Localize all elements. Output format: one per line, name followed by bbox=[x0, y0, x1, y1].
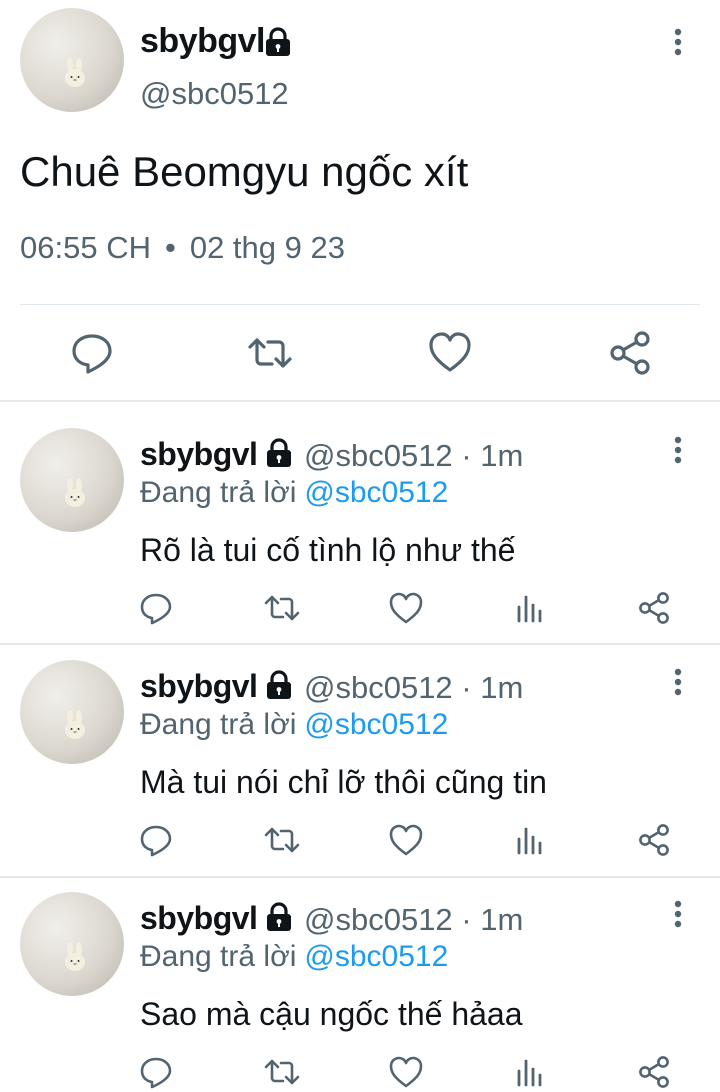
replying-to: Đang trả lời @sbc0512 bbox=[140, 940, 448, 974]
display-name[interactable]: sbybgvl bbox=[140, 900, 258, 937]
share-button[interactable] bbox=[606, 326, 654, 380]
bunny-plush-image bbox=[65, 710, 85, 739]
replying-to: Đang trả lời @sbc0512 bbox=[140, 476, 448, 510]
tweet-time: 06:55 CH bbox=[20, 230, 151, 265]
like-button[interactable] bbox=[386, 1052, 426, 1092]
like-button[interactable] bbox=[386, 820, 426, 860]
replying-label: Đang trả lời bbox=[140, 708, 297, 741]
bunny-plush-image bbox=[65, 478, 85, 507]
reply-tweet[interactable]: sbybgvl @sbc0512 · 1m Đang trả lời @sbc05… bbox=[0, 866, 720, 1092]
more-vertical-icon[interactable] bbox=[664, 900, 692, 930]
reply-button[interactable] bbox=[136, 820, 176, 860]
tweet-text: Mà tui nói chỉ lỡ thôi cũng tin bbox=[140, 764, 547, 800]
like-button[interactable] bbox=[426, 326, 474, 380]
analytics-button[interactable] bbox=[510, 820, 550, 860]
avatar[interactable] bbox=[20, 428, 124, 532]
share-icon bbox=[639, 1056, 669, 1088]
replying-label: Đang trả lời bbox=[140, 940, 297, 973]
retweet-button[interactable] bbox=[262, 588, 302, 628]
reply-tweet[interactable]: sbybgvl @sbc0512 · 1m Đang trả lời @sbc05… bbox=[0, 634, 720, 866]
heart-icon bbox=[389, 1056, 423, 1088]
mention-link[interactable]: @sbc0512 bbox=[304, 940, 448, 973]
avatar[interactable] bbox=[20, 660, 124, 764]
lock-icon bbox=[267, 438, 291, 467]
share-button[interactable] bbox=[634, 1052, 674, 1092]
heart-icon bbox=[389, 824, 423, 856]
tweet-timestamp: 06:55 CH • 02 thg 9 23 bbox=[20, 230, 345, 266]
reply-icon bbox=[140, 1057, 172, 1089]
retweet-icon bbox=[264, 595, 300, 621]
analytics-button[interactable] bbox=[510, 588, 550, 628]
lock-icon bbox=[267, 670, 291, 699]
bunny-plush-image bbox=[65, 942, 85, 971]
reply-button[interactable] bbox=[136, 1052, 176, 1092]
lock-icon bbox=[267, 902, 291, 931]
analytics-icon bbox=[517, 1059, 542, 1087]
bunny-plush-image bbox=[65, 58, 85, 87]
handle-time[interactable]: @sbc0512 · 1m bbox=[304, 902, 523, 938]
handle-time[interactable]: @sbc0512 · 1m bbox=[304, 670, 523, 706]
tweet-actions bbox=[0, 1052, 720, 1092]
avatar[interactable] bbox=[20, 8, 124, 112]
tweet-text: Sao mà cậu ngốc thế hảaa bbox=[140, 996, 523, 1032]
like-button[interactable] bbox=[386, 588, 426, 628]
tweet-actions bbox=[0, 820, 720, 864]
share-icon bbox=[639, 592, 669, 624]
share-button[interactable] bbox=[634, 588, 674, 628]
display-name[interactable]: sbybgvl bbox=[140, 436, 258, 473]
retweet-icon bbox=[248, 338, 292, 368]
reply-button[interactable] bbox=[136, 588, 176, 628]
analytics-icon bbox=[517, 595, 542, 623]
tweet-actions bbox=[0, 326, 720, 382]
retweet-icon bbox=[264, 1059, 300, 1085]
tweet-actions bbox=[0, 588, 720, 632]
display-name[interactable]: sbybgvl bbox=[140, 668, 258, 705]
heart-icon bbox=[389, 592, 423, 624]
retweet-button[interactable] bbox=[246, 326, 294, 380]
reply-icon bbox=[140, 593, 172, 625]
meta-separator: • bbox=[164, 230, 176, 265]
reply-icon bbox=[140, 825, 172, 857]
tweet-date: 02 thg 9 23 bbox=[189, 230, 345, 265]
handle-time[interactable]: @sbc0512 · 1m bbox=[304, 438, 523, 474]
share-button[interactable] bbox=[634, 820, 674, 860]
replying-label: Đang trả lời bbox=[140, 476, 297, 509]
divider bbox=[20, 304, 700, 305]
lock-icon bbox=[266, 27, 290, 56]
heart-icon bbox=[429, 332, 471, 372]
avatar[interactable] bbox=[20, 892, 124, 996]
more-vertical-icon[interactable] bbox=[664, 436, 692, 466]
more-vertical-icon[interactable] bbox=[664, 668, 692, 698]
tweet-text: Chuê Beomgyu ngốc xít bbox=[20, 148, 469, 195]
share-icon bbox=[639, 824, 669, 856]
mention-link[interactable]: @sbc0512 bbox=[304, 708, 448, 741]
mention-link[interactable]: @sbc0512 bbox=[304, 476, 448, 509]
reply-button[interactable] bbox=[68, 326, 116, 380]
reply-tweet[interactable]: sbybgvl @sbc0512 · 1m Đang trả lời @sbc05… bbox=[0, 402, 720, 634]
analytics-button[interactable] bbox=[510, 1052, 550, 1092]
reply-icon bbox=[72, 334, 112, 374]
retweet-button[interactable] bbox=[262, 1052, 302, 1092]
replying-to: Đang trả lời @sbc0512 bbox=[140, 708, 448, 742]
retweet-button[interactable] bbox=[262, 820, 302, 860]
more-vertical-icon[interactable] bbox=[664, 28, 692, 58]
display-name[interactable]: sbybgvl bbox=[140, 22, 265, 61]
handle[interactable]: @sbc0512 bbox=[140, 76, 289, 112]
analytics-icon bbox=[517, 827, 542, 855]
tweet-text: Rõ là tui cố tình lộ như thế bbox=[140, 532, 516, 568]
retweet-icon bbox=[264, 827, 300, 853]
share-icon bbox=[610, 331, 650, 375]
